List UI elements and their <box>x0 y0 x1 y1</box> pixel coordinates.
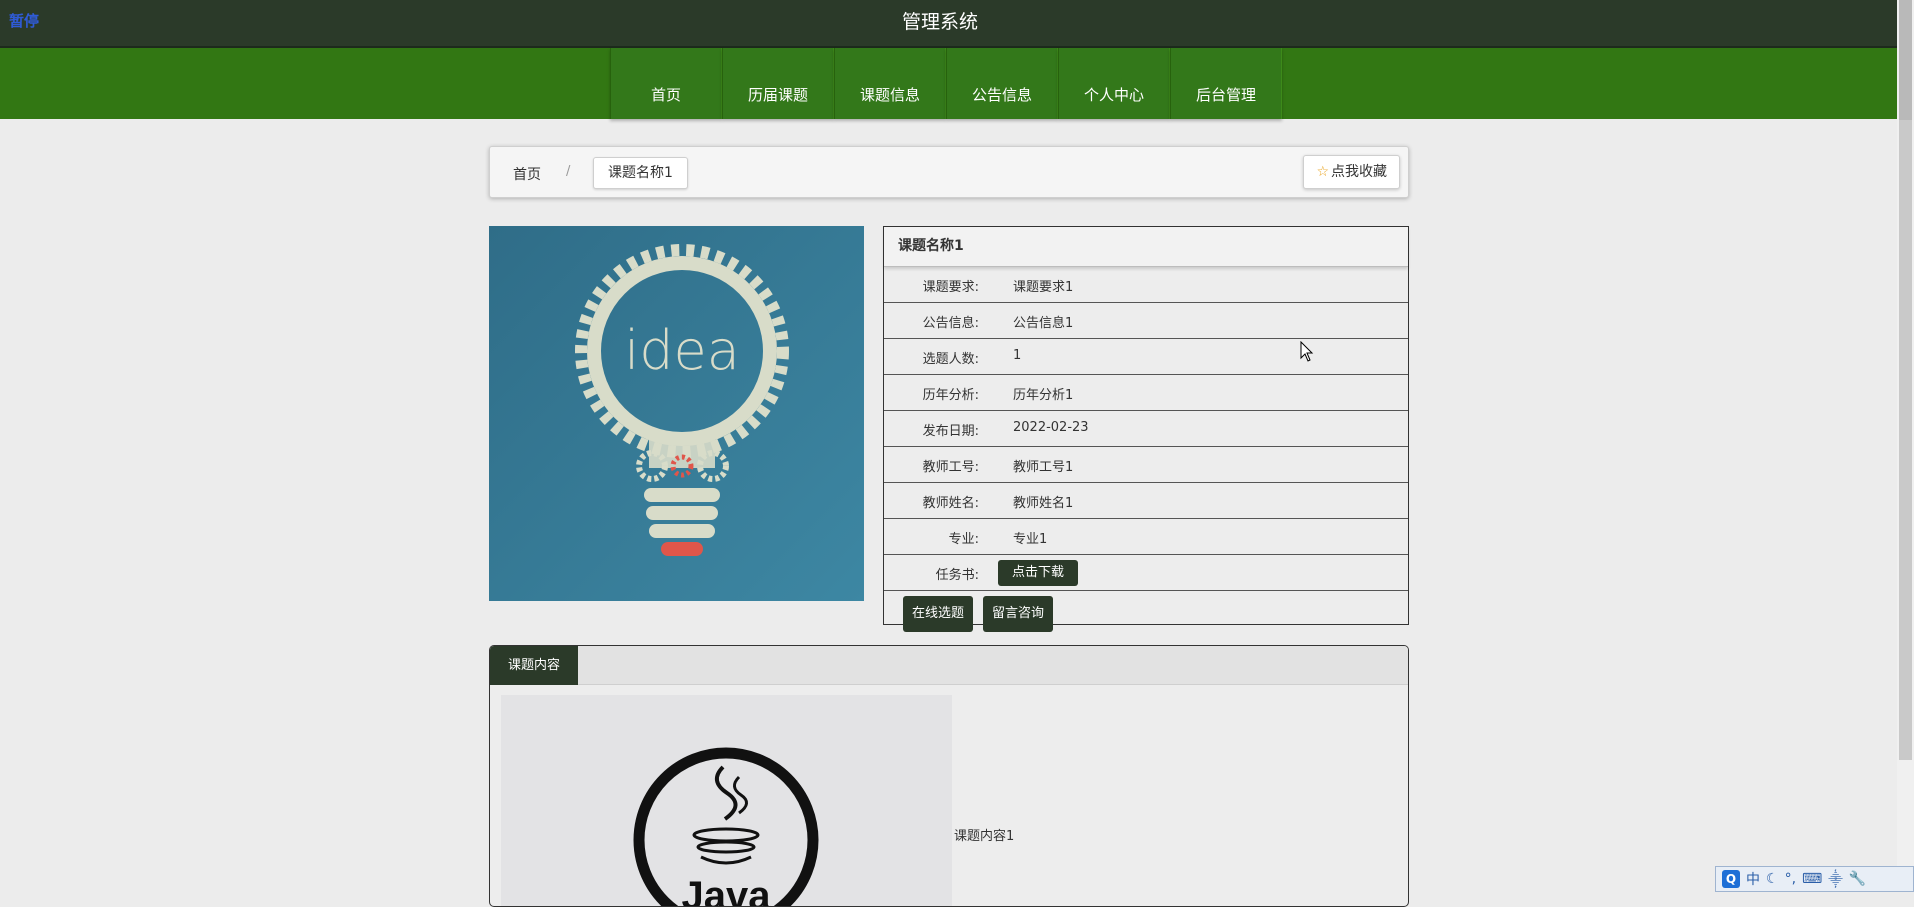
main-nav: 首页 历届课题 课题信息 公告信息 个人中心 后台管理 <box>0 48 1897 119</box>
favorite-button-label: 点我收藏 <box>1331 164 1387 180</box>
detail-value: 教师姓名1 <box>1013 496 1074 511</box>
detail-row: 历年分析: 历年分析1 <box>884 375 1408 411</box>
detail-value: 历年分析1 <box>1013 388 1074 403</box>
tab-topic-content[interactable]: 课题内容 <box>490 646 579 685</box>
ime-toolbar: Q 中 ☾ °, ⌨ ⸎ 🔧 <box>1715 866 1914 892</box>
select-topic-button[interactable]: 在线选题 <box>903 596 974 632</box>
punctuation-icon[interactable]: °, <box>1785 871 1796 887</box>
download-button[interactable]: 点击下载 <box>998 560 1079 586</box>
java-logo-image: Java <box>501 695 952 907</box>
favorite-button[interactable]: ☆ 点我收藏 <box>1303 155 1400 189</box>
detail-label: 选题人数: <box>922 352 979 367</box>
detail-row: 选题人数: 1 <box>884 339 1408 375</box>
scrollbar[interactable] <box>1897 0 1914 892</box>
breadcrumb-separator: / <box>566 164 571 179</box>
task-label: 任务书: <box>935 568 979 583</box>
nav-item-personal-center[interactable]: 个人中心 <box>1058 48 1170 119</box>
detail-value: 2022-02-23 <box>1013 420 1089 435</box>
ime-mode-toggle[interactable]: 中 <box>1746 869 1760 889</box>
nav-item-announcements[interactable]: 公告信息 <box>946 48 1058 119</box>
star-icon: ☆ <box>1316 164 1329 180</box>
detail-label: 课题要求: <box>922 280 979 295</box>
cover-image-text: idea <box>624 319 740 382</box>
nav-item-admin[interactable]: 后台管理 <box>1170 48 1282 119</box>
detail-row: 公告信息: 公告信息1 <box>884 303 1408 339</box>
detail-label: 教师姓名: <box>922 496 979 511</box>
fullwidth-icon[interactable]: ⸎ <box>1828 870 1843 889</box>
ime-logo-icon[interactable]: Q <box>1722 870 1740 888</box>
topic-content-section: 课题内容 Java 课题内容1 <box>489 645 1409 907</box>
nav-item-past-topics[interactable]: 历届课题 <box>722 48 834 119</box>
java-logo-text: Java <box>682 874 772 907</box>
scrollbar-thumb[interactable] <box>1899 0 1912 120</box>
topic-detail-panel: 课题名称1 课题要求: 课题要求1 公告信息: 公告信息1 选题人数: 1 历年… <box>883 226 1409 632</box>
detail-label: 发布日期: <box>922 424 979 439</box>
detail-label: 历年分析: <box>922 388 979 403</box>
mouse-cursor-icon <box>1300 341 1314 362</box>
breadcrumb: 首页 / 课题名称1 ☆ 点我收藏 <box>489 146 1409 198</box>
top-bar: 暂停 管理系统 <box>0 0 1897 48</box>
detail-value: 专业1 <box>1013 532 1048 547</box>
idea-lightbulb-icon: idea <box>489 226 864 601</box>
detail-value: 课题要求1 <box>1013 280 1074 295</box>
app-title: 管理系统 <box>901 11 978 33</box>
detail-label: 公告信息: <box>922 316 979 331</box>
detail-label: 教师工号: <box>922 460 979 475</box>
detail-label: 专业: <box>948 532 979 547</box>
detail-row-task: 任务书: 点击下载 <box>884 555 1408 591</box>
consult-button[interactable]: 留言咨询 <box>983 596 1054 632</box>
detail-value: 1 <box>1013 348 1022 363</box>
detail-actions: 在线选题 留言咨询 <box>884 591 1408 636</box>
detail-row: 教师工号: 教师工号1 <box>884 447 1408 483</box>
breadcrumb-current: 课题名称1 <box>593 157 688 189</box>
detail-row: 课题要求: 课题要求1 <box>884 267 1408 303</box>
scrollbar-track-fill <box>1899 120 1912 760</box>
detail-value: 公告信息1 <box>1013 316 1074 331</box>
topic-cover-image: idea <box>489 226 864 601</box>
moon-icon[interactable]: ☾ <box>1766 871 1779 887</box>
breadcrumb-home[interactable]: 首页 <box>513 164 541 184</box>
detail-value: 教师工号1 <box>1013 460 1074 475</box>
detail-row: 专业: 专业1 <box>884 519 1408 555</box>
settings-wrench-icon[interactable]: 🔧 <box>1849 871 1866 887</box>
nav-item-home[interactable]: 首页 <box>610 48 722 119</box>
detail-row: 教师姓名: 教师姓名1 <box>884 483 1408 519</box>
nav-item-topic-info[interactable]: 课题信息 <box>834 48 946 119</box>
content-tabbar: 课题内容 <box>490 646 1408 685</box>
detail-row: 发布日期: 2022-02-23 <box>884 411 1408 447</box>
topic-name: 课题名称1 <box>884 227 1408 267</box>
java-logo-icon: Java <box>633 747 819 907</box>
topic-content-text: 课题内容1 <box>954 829 1015 844</box>
keyboard-icon[interactable]: ⌨ <box>1802 871 1822 887</box>
